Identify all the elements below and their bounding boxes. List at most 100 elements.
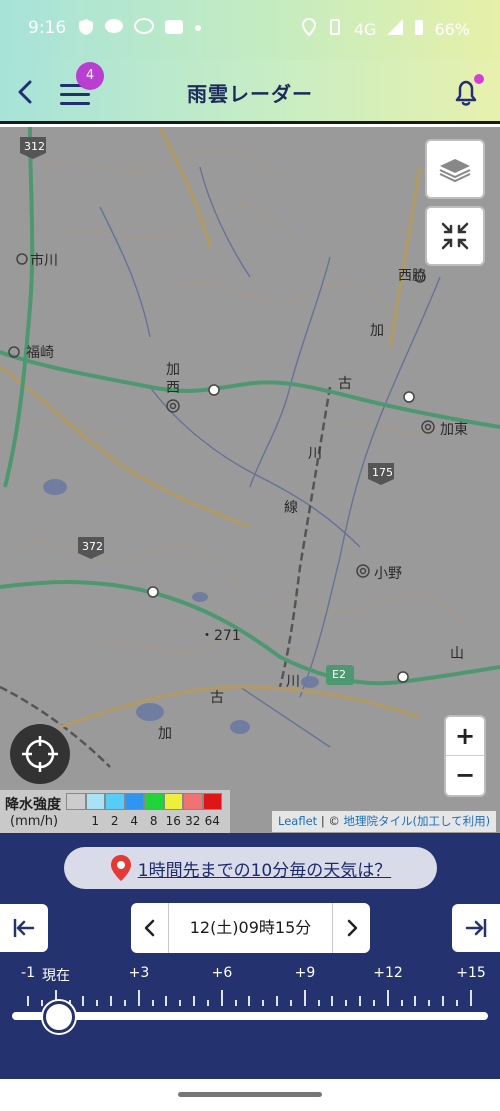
radar-map[interactable]: 市川 福崎 加 西 西脇 加 古 加東 川 線 小野 山 ・271 古 川 加 … bbox=[0, 127, 500, 833]
legend-swatch bbox=[85, 793, 105, 810]
time-tick bbox=[40, 1000, 43, 1006]
route-shield-label: 372 bbox=[82, 540, 103, 553]
s-icon bbox=[164, 18, 184, 40]
time-slider-track[interactable] bbox=[12, 1012, 488, 1020]
battery-percent: 66% bbox=[434, 19, 470, 39]
location-icon bbox=[301, 17, 316, 40]
legend-swatches bbox=[66, 793, 222, 810]
fullscreen-button[interactable] bbox=[425, 206, 485, 266]
map-label: 川 bbox=[308, 446, 322, 462]
time-tick bbox=[248, 996, 251, 1006]
page-title: 雨雲レーダー bbox=[187, 82, 313, 106]
route-shield-label: E2 bbox=[332, 668, 346, 681]
jump-to-end-button[interactable] bbox=[452, 904, 500, 952]
scale-label: +6 bbox=[211, 965, 233, 981]
legend-value: 32 bbox=[185, 814, 201, 828]
time-scale-labels: -1 現在 +3 +6 +9 +12 +15 bbox=[0, 965, 500, 985]
time-tick bbox=[27, 996, 29, 1006]
map-label: 西 bbox=[166, 380, 180, 396]
time-tick bbox=[151, 1000, 154, 1006]
network-label: 4G bbox=[353, 19, 377, 39]
time-tick bbox=[137, 990, 140, 1006]
previous-time-button[interactable] bbox=[131, 903, 168, 953]
legend-unit: (mm/h) bbox=[10, 814, 59, 829]
time-selector: 12(土)09時15分 bbox=[131, 903, 370, 953]
gsi-tile-link[interactable]: 地理院タイル(加工して利用) bbox=[344, 814, 491, 828]
forecast-link-label: 1時間先までの10分毎の天気は？ bbox=[137, 860, 392, 881]
locate-button[interactable] bbox=[10, 724, 70, 784]
legend-value bbox=[66, 814, 86, 828]
legend-title: 降水強度 bbox=[5, 797, 61, 813]
signal-icon bbox=[386, 18, 404, 40]
scale-label: +9 bbox=[294, 965, 316, 981]
legend-swatch bbox=[163, 793, 183, 810]
map-label: 古 bbox=[210, 690, 224, 706]
vibrate-icon bbox=[326, 18, 344, 40]
time-tick bbox=[123, 1000, 126, 1006]
time-tick bbox=[262, 1000, 265, 1006]
time-tick bbox=[82, 996, 85, 1006]
scale-label: +12 bbox=[373, 965, 403, 981]
map-label: 西脇 bbox=[398, 268, 426, 284]
time-slider-thumb[interactable] bbox=[43, 1001, 75, 1033]
skip-start-icon bbox=[13, 919, 35, 937]
time-tick bbox=[469, 990, 472, 1006]
zoom-in-button[interactable]: + bbox=[446, 717, 484, 756]
line-icon bbox=[134, 18, 154, 40]
map-label: 市川 bbox=[30, 253, 58, 269]
precipitation-legend: 降水強度 (mm/h) 1 2 4 8 16 32 64 bbox=[0, 790, 230, 833]
time-tick bbox=[276, 996, 279, 1006]
time-tick bbox=[428, 1000, 431, 1006]
chevron-right-icon bbox=[347, 919, 357, 937]
next-time-button[interactable] bbox=[333, 903, 370, 953]
time-tick bbox=[331, 996, 334, 1006]
system-icons: 4G 66% bbox=[301, 17, 470, 40]
legend-swatch bbox=[124, 793, 144, 810]
time-tick bbox=[386, 990, 389, 1006]
legend-swatch bbox=[105, 793, 125, 810]
notification-icons bbox=[78, 18, 202, 40]
app-header: 4 雨雲レーダー bbox=[0, 60, 500, 124]
legend-swatch bbox=[202, 793, 222, 810]
jump-to-start-button[interactable] bbox=[0, 904, 48, 952]
map-label: 川 bbox=[286, 674, 300, 690]
shield-icon bbox=[78, 18, 94, 40]
time-tick bbox=[455, 1000, 458, 1006]
layers-button[interactable] bbox=[425, 139, 485, 199]
collapse-icon bbox=[441, 222, 469, 250]
time-tick bbox=[206, 1000, 209, 1006]
map-label: 線 bbox=[284, 500, 298, 516]
status-bar: 9:16 4G 66% bbox=[0, 0, 500, 60]
legend-value: 1 bbox=[91, 814, 100, 828]
time-tick bbox=[345, 1000, 348, 1006]
time-tick bbox=[193, 996, 196, 1006]
battery-icon bbox=[414, 18, 424, 40]
time-tick bbox=[359, 996, 362, 1006]
legend-swatch bbox=[66, 793, 86, 810]
scale-label: 現在 bbox=[42, 968, 70, 984]
time-ticks bbox=[0, 990, 500, 1008]
route-shield-label: 175 bbox=[372, 466, 393, 479]
attribution-separator: | © bbox=[320, 814, 340, 828]
skip-end-icon bbox=[465, 919, 487, 937]
route-shield-label: 312 bbox=[24, 140, 45, 153]
legend-value: 8 bbox=[149, 814, 158, 828]
map-label: 加 bbox=[370, 323, 384, 339]
crosshair-icon bbox=[22, 736, 58, 772]
scale-label: +15 bbox=[456, 965, 486, 981]
time-control-panel: 1時間先までの10分毎の天気は？ 12(土)09時15分 -1 現在 +3 +6… bbox=[0, 833, 500, 1079]
system-nav-bar bbox=[0, 1079, 500, 1111]
map-label: 加 bbox=[158, 726, 172, 742]
legend-value: 64 bbox=[204, 814, 220, 828]
map-label: 山 bbox=[450, 646, 464, 662]
leaflet-link[interactable]: Leaflet bbox=[278, 814, 317, 828]
forecast-link[interactable]: 1時間先までの10分毎の天気は？ bbox=[64, 847, 437, 889]
map-attribution: Leaflet | © 地理院タイル(加工して利用) bbox=[272, 811, 497, 832]
zoom-out-button[interactable]: − bbox=[446, 756, 484, 795]
time-tick bbox=[110, 996, 112, 1006]
legend-value: 2 bbox=[110, 814, 119, 828]
zoom-control: + − bbox=[444, 715, 486, 797]
map-label: 福崎 bbox=[26, 345, 54, 361]
time-tick bbox=[289, 1000, 292, 1006]
home-handle[interactable] bbox=[178, 1092, 322, 1097]
